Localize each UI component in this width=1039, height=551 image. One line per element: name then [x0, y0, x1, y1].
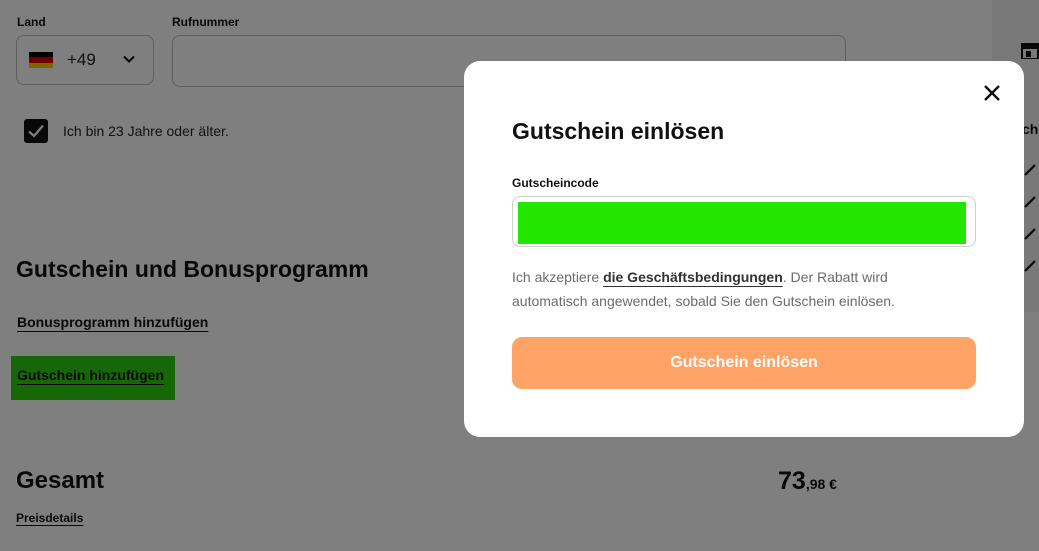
terms-link[interactable]: die Geschäftsbedingungen	[603, 269, 783, 285]
checkout-page: Land Rufnummer +49 Ich bin 23 Jahre oder…	[0, 0, 1039, 551]
voucher-code-label: Gutscheincode	[512, 176, 599, 190]
close-icon[interactable]	[982, 83, 1002, 103]
voucher-code-field	[512, 196, 976, 247]
modal-title: Gutschein einlösen	[512, 118, 725, 144]
voucher-modal: Gutschein einlösen Gutscheincode Ich akz…	[464, 61, 1024, 437]
terms-prefix: Ich akzeptiere	[512, 269, 604, 285]
voucher-code-input[interactable]	[518, 202, 966, 244]
terms-text: Ich akzeptiere die Geschäftsbedingungen.…	[512, 265, 952, 313]
redeem-voucher-button[interactable]: Gutschein einlösen	[512, 337, 976, 389]
